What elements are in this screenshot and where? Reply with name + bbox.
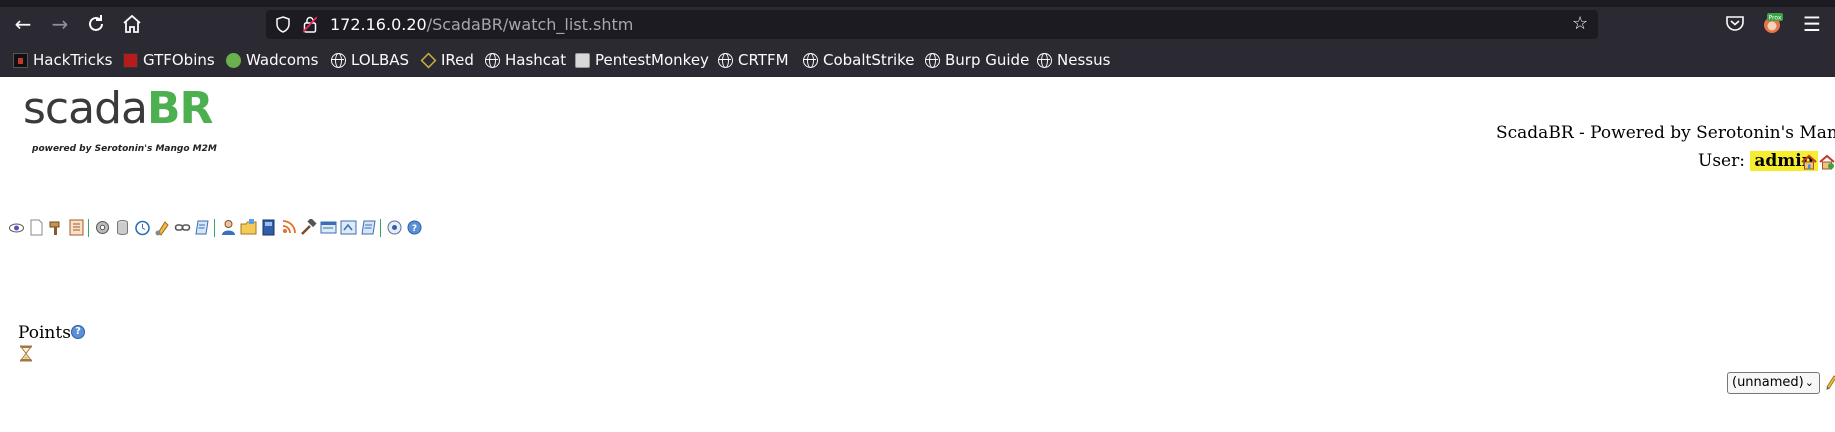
emport-icon[interactable] [340,219,357,236]
bookmark-label: Wadcoms [246,51,319,69]
url-path: /ScadaBR/watch_list.shtm [426,15,634,34]
system-settings-icon[interactable] [320,219,337,236]
points-help-icon[interactable]: ? [71,325,85,339]
scheduled-events-icon[interactable] [134,219,151,236]
gtfobins-icon [123,52,138,68]
bookmark-label: Burp Guide [945,51,1030,69]
bookmark-hacktricks[interactable]: HackTricks [13,47,112,73]
globe-icon [803,52,818,68]
data-sources-icon[interactable] [94,219,111,236]
toolbar-separator [88,219,89,237]
set-home-page-icon[interactable] [1819,154,1835,170]
watchlist-selected-value: (unnamed) [1732,375,1804,390]
bookmark-pentestmonkey[interactable]: PentestMonkey [575,47,709,73]
chevron-down-icon: ⌄ [1804,376,1814,389]
bookmark-label: Nessus [1057,51,1111,69]
bookmark-label: PentestMonkey [595,51,709,69]
tracking-shield-icon[interactable] [276,16,290,33]
svg-text:?: ? [412,224,417,234]
address-bar[interactable]: 172.16.0.20/ScadaBR/watch_list.shtm ☆ [266,10,1598,39]
bookmark-label: LOLBAS [351,51,410,69]
bookmark-hashcat[interactable]: Hashcat [485,47,566,73]
bookmark-label: HackTricks [33,51,113,69]
app-menu-button[interactable]: ☰ [1800,12,1824,36]
pocket-icon[interactable] [1724,12,1746,34]
insecure-lock-icon[interactable] [303,16,317,33]
watch-list-icon[interactable] [8,219,25,236]
bookmark-nessus[interactable]: Nessus [1037,47,1110,73]
user-label: User: [1698,151,1745,171]
home-page-icon[interactable] [1801,154,1817,170]
mailing-lists-icon[interactable] [260,219,277,236]
bookmarks-toolbar: HackTricks GTFObins Wadcoms LOLBAS IRed … [0,47,1835,73]
reports-icon[interactable] [68,219,85,236]
url-host: 172.16.0.20 [330,15,427,34]
pentestmonkey-icon [575,52,590,68]
event-handlers-icon[interactable] [154,219,171,236]
users-icon[interactable] [220,219,237,236]
bookmark-label: CRTFM [738,51,789,69]
bookmark-crtfm[interactable]: CRTFM [718,47,789,73]
home-button[interactable] [120,12,144,36]
bookmark-star-icon[interactable]: ☆ [1572,15,1590,33]
bookmark-burp-guide[interactable]: Burp Guide [925,47,1029,73]
wadcoms-icon [226,52,241,68]
browser-chrome: ← → 172.16.0.20/ScadaBR/watch_list.shtm … [0,0,1835,77]
reload-icon [89,15,103,31]
logo-text-accent: BR [146,83,213,134]
hacktricks-icon [13,52,28,68]
toolbar-separator [380,219,381,237]
sql-icon[interactable] [360,219,377,236]
logo-tagline: powered by Serotonin's Mango M2M [32,144,217,154]
database-icon[interactable] [114,219,131,236]
edit-pencil-icon[interactable] [1825,373,1835,391]
point-links-icon[interactable] [174,219,191,236]
help-icon[interactable]: ? [406,219,423,236]
toolbar-separator [214,219,215,237]
watchlist-select[interactable]: (unnamed) ⌄ [1727,372,1820,394]
page-header-title: ScadaBR - Powered by Serotonin's Mango M… [1496,123,1835,143]
bookmark-label: IRed [441,51,474,69]
ired-icon [420,52,437,68]
home-icon [123,14,141,33]
foxyproxy-extension-icon[interactable]: Prox [1761,12,1783,34]
bookmark-gtfobins[interactable]: GTFObins [123,47,215,73]
publishers-icon[interactable] [280,219,297,236]
maintenance-events-icon[interactable] [300,219,317,236]
bookmark-lolbas[interactable]: LOLBAS [331,47,409,73]
logo-text-main: scada [23,83,148,134]
tab-strip-edge [0,0,1835,7]
scripting-icon[interactable] [194,219,211,236]
globe-icon [485,52,500,68]
scadabr-logo[interactable]: scadaBR powered by Serotonin's Mango M2M [23,83,217,154]
bookmark-cobaltstrike[interactable]: CobaltStrike [803,47,915,73]
globe-icon [1037,52,1052,68]
bookmark-ired[interactable]: IRed [420,47,474,73]
url-text[interactable]: 172.16.0.20/ScadaBR/watch_list.shtm [330,15,633,34]
hourglass-loading-icon [20,345,32,362]
bookmark-label: Hashcat [505,51,567,69]
logo-wordmark: scadaBR [23,83,213,134]
reload-button[interactable] [84,12,108,36]
globe-icon [718,52,733,68]
bookmark-wadcoms[interactable]: Wadcoms [226,47,318,73]
main-menu-toolbar: ? [8,219,428,239]
points-heading: Points [18,323,71,343]
graphical-views-icon[interactable] [28,219,45,236]
back-button[interactable]: ← [11,12,35,36]
forward-button[interactable]: → [48,12,72,36]
globe-icon [925,52,940,68]
point-hierarchy-icon[interactable] [240,219,257,236]
bookmark-label: GTFObins [143,51,215,69]
extension-badge: Prox [1769,15,1782,22]
page-content: scadaBR powered by Serotonin's Mango M2M… [0,77,1835,432]
logout-icon[interactable] [386,219,403,236]
globe-icon [331,52,346,68]
bookmark-label: CobaltStrike [823,51,915,69]
alarms-icon[interactable] [48,219,65,236]
